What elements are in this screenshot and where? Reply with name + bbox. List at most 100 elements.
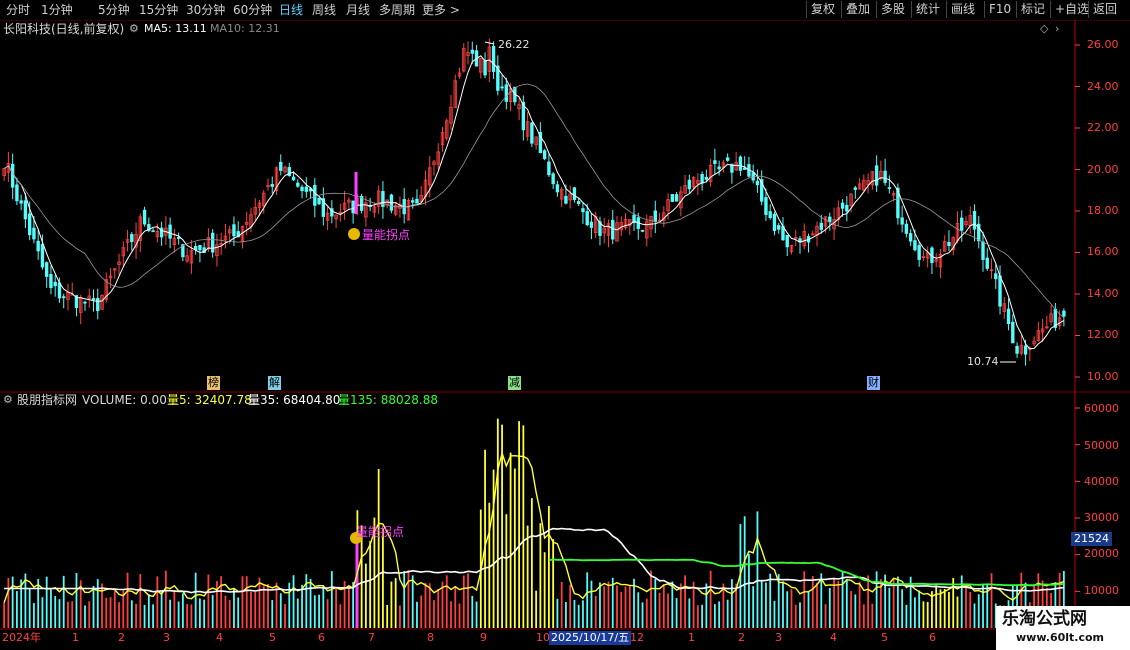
candle-body [674,194,679,202]
candle-body [777,225,781,230]
candle-body [547,161,551,176]
volume-tick: 20000 [1084,547,1119,560]
candle-body [23,200,28,220]
candle-body [1023,345,1028,355]
candle-body [883,170,887,183]
candle-body [908,233,913,242]
candle-body [317,197,321,205]
candle-body [470,49,474,54]
high-price-label: 26.22 [498,38,530,51]
price-tick: 16.00 [1087,245,1119,258]
event-marker-unlock[interactable]: 解 [268,376,281,390]
watermark-title: 乐淘公式网 [1002,609,1087,629]
candle-body [874,165,879,186]
diamond-icon[interactable]: ◇ [1040,22,1048,36]
volume-ma-lines [3,450,1065,603]
candle-body [572,187,577,200]
grid-lines [0,20,1130,650]
candle-body [542,150,547,160]
candle-body [640,229,645,232]
date-label: 5 [881,631,888,644]
candlestick-series [2,38,1066,366]
volume-ma135-label: 量135: 88028.88 [338,393,439,407]
candle-body [62,296,66,299]
candle-body [279,161,283,171]
price-tick: 14.00 [1087,287,1119,300]
candle-body [142,209,147,225]
collapse-chevron-icon[interactable]: › [1055,22,1059,36]
candle-body [576,201,581,204]
candle-body [960,217,964,231]
candle-body [985,257,989,269]
candle-body [504,84,509,102]
candle-body [483,60,487,76]
candle-body [44,262,49,277]
volume-ma5-label: 量5: 32407.78 [167,393,252,407]
price-tick: 10.00 [1087,370,1119,383]
date-label: 10 [536,631,550,644]
ma5-label: MA5: 13.11 [144,22,207,35]
date-label: 8 [427,631,434,644]
candle-body [700,174,704,184]
candle-body [168,224,172,239]
candle-body [351,200,355,214]
volume-label: VOLUME: 0.00 [82,393,167,407]
event-marker-finance[interactable]: 财 [867,376,880,390]
event-marker-rank[interactable]: 榜 [207,376,220,390]
price-tick: 26.00 [1087,38,1119,51]
date-label: 2 [738,631,745,644]
volume-bars [3,418,1065,628]
candle-body [585,211,589,226]
candle-body [411,200,415,203]
candle-body [840,202,845,209]
settings-gear-icon[interactable]: ⚙ [129,22,139,36]
candle-body [845,204,849,212]
candle-body [917,245,921,260]
candle-body [947,241,951,247]
kline-chart[interactable] [0,0,1130,650]
candle-body [768,211,772,218]
candle-body [981,241,985,260]
date-label: 4 [830,631,837,644]
indicator-gear-icon[interactable]: ⚙ [3,393,13,407]
date-label: 3 [163,631,170,644]
ma5-line [3,55,1065,350]
candle-body [589,221,594,228]
candle-body [291,176,296,181]
candle-body [913,240,917,251]
candle-body [998,275,1002,307]
candle-body [32,227,36,240]
date-label: 6 [318,631,325,644]
candle-body [751,172,755,181]
candle-body [828,216,832,223]
candle-body [27,213,32,236]
candle-body [819,222,823,230]
candle-body [91,298,96,301]
candle-body [555,184,560,193]
candle-body [713,160,717,164]
stock-title: 长阳科技(日线,前复权) [3,22,125,36]
candle-body [717,166,721,170]
volume-tick: 50000 [1084,439,1119,452]
volume-ma35-line [4,527,1064,594]
candle-body [653,210,657,222]
cursor-date-badge: 2025/10/17/五 [549,631,632,645]
date-label: 3 [775,631,782,644]
candle-body [415,198,419,204]
candle-body [40,243,45,268]
candle-body [313,184,317,206]
candle-body [530,122,534,144]
event-marker-reduce[interactable]: 减 [508,376,521,390]
candle-body [853,187,858,190]
candle-body [904,223,909,234]
date-label: 7 [368,631,375,644]
candle-body [581,208,585,213]
volume-tick: 30000 [1084,511,1119,524]
volume-tick: 40000 [1084,475,1119,488]
candle-body [19,200,23,204]
indicator-name: 股朋指标网 [17,393,78,407]
low-price-label: 10.74 [967,355,999,368]
volume-ma5-line [3,450,1065,603]
candle-body [1015,345,1019,354]
date-label: 4 [216,631,223,644]
